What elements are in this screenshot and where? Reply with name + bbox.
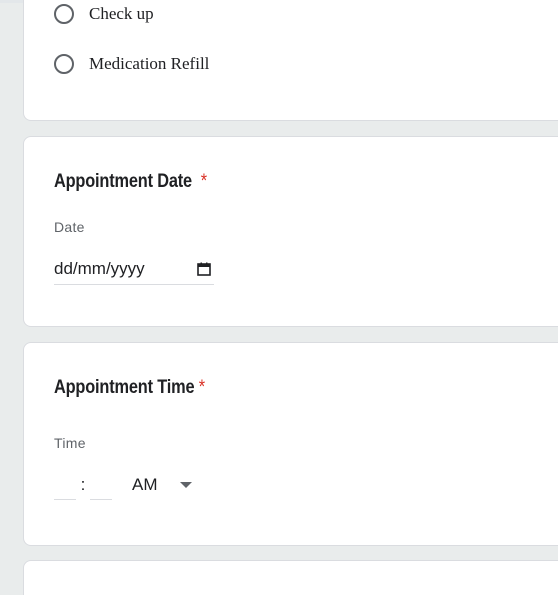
am-pm-value: AM: [132, 475, 158, 494]
required-asterisk: *: [198, 377, 205, 398]
minute-input[interactable]: [90, 470, 112, 500]
radio-option-label: Medication Refill: [89, 54, 210, 73]
radio-option-check-up[interactable]: Check up: [54, 4, 154, 24]
appointment-time-card: Appointment Time * Time : AM: [23, 342, 558, 546]
appointment-date-card: Appointment Date * Date dd/mm/yyyy: [23, 136, 558, 327]
radio-button-icon[interactable]: [54, 4, 74, 24]
question-title-text: Appointment Date: [54, 171, 192, 192]
date-input-value[interactable]: dd/mm/yyyy: [54, 259, 145, 279]
hour-input[interactable]: [54, 470, 76, 500]
date-input[interactable]: dd/mm/yyyy: [54, 253, 214, 285]
time-field-label: Time: [54, 435, 86, 451]
question-title: Appointment Time *: [54, 377, 205, 399]
chevron-down-icon[interactable]: [179, 482, 192, 488]
radio-button-icon[interactable]: [54, 54, 74, 74]
question-title-text: Appointment Time: [54, 377, 195, 398]
question-title: Appointment Date *: [54, 171, 207, 193]
radio-option-medication-refill[interactable]: Medication Refill: [54, 54, 209, 74]
next-question-card: [23, 560, 558, 595]
am-pm-dropdown[interactable]: AM: [132, 475, 192, 495]
date-field-label: Date: [54, 219, 85, 235]
required-asterisk: *: [200, 171, 207, 192]
appointment-type-card: Check up Medication Refill: [23, 0, 558, 121]
time-separator: :: [80, 475, 86, 494]
radio-option-label: Check up: [89, 4, 154, 23]
calendar-icon[interactable]: [197, 262, 211, 276]
time-input-group: : AM: [54, 467, 192, 503]
